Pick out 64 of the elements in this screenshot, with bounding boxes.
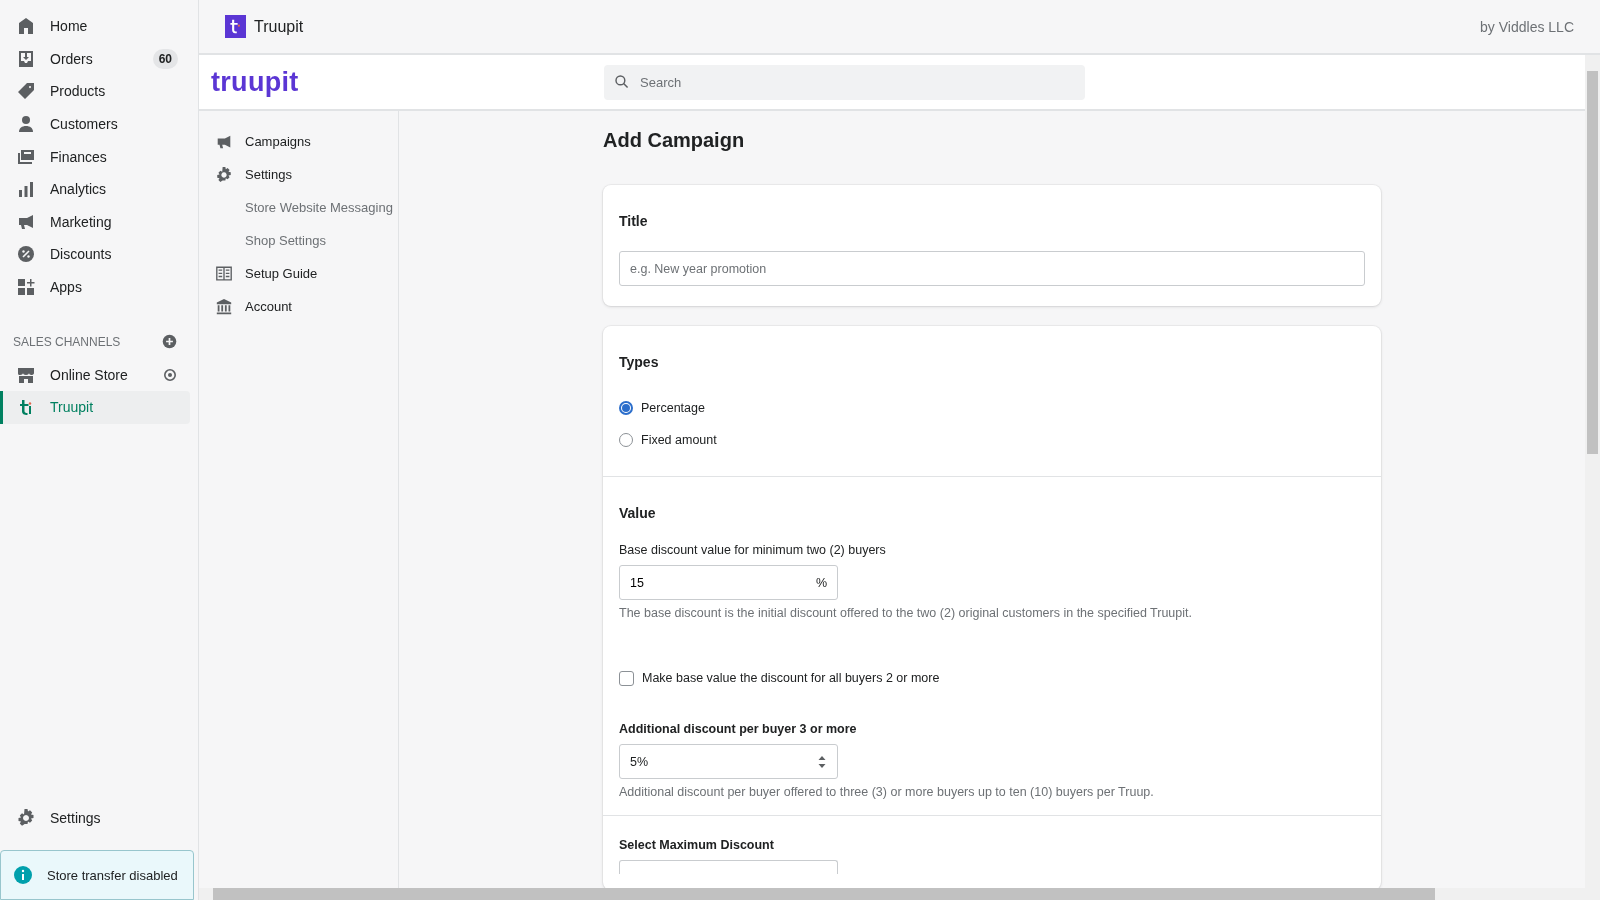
vertical-scrollbar[interactable] [1585, 55, 1600, 888]
nav-item[interactable]: Truupit [0, 390, 190, 424]
nav-item[interactable]: Settings [199, 158, 398, 191]
sub-nav-item[interactable]: Shop Settings [199, 224, 398, 257]
inbox-icon [16, 48, 36, 69]
banner-text: Store transfer disabled [47, 867, 178, 883]
field-label: Base discount value for minimum two (2) buyers [619, 543, 887, 557]
checkbox[interactable] [619, 670, 634, 686]
section-heading: Value [619, 505, 657, 521]
nav-item[interactable]: Orders 60 [0, 42, 190, 76]
section-heading: SALES CHANNELS [13, 334, 121, 349]
add-icon[interactable] [161, 333, 178, 351]
field-label: Additional discount per buyer 3 or more [619, 722, 858, 736]
input-field[interactable]: e.g. New year promotion [619, 251, 1365, 286]
brand-logo: truupit [210, 66, 300, 98]
section-heading: Types [619, 354, 660, 370]
nav-item[interactable]: Settings [0, 801, 190, 834]
app-logo-icon [225, 15, 246, 38]
publisher-text: by Viddles LLC [1480, 18, 1574, 35]
bank-icon [215, 297, 233, 316]
section-heading: Title [619, 213, 649, 229]
tag-icon [16, 81, 36, 102]
unit-suffix: % [815, 575, 827, 590]
count-badge: 60 [152, 48, 178, 69]
search-input[interactable]: Search [638, 73, 1075, 91]
nav-item[interactable]: Online Store [0, 358, 190, 391]
updown-chevron-icon [817, 754, 827, 769]
horizontal-scrollbar[interactable] [199, 888, 1600, 900]
page-title: Add Campaign [603, 129, 746, 153]
eye-icon[interactable] [162, 366, 178, 383]
nav-item[interactable]: Discounts [0, 238, 190, 271]
field-label: Select Maximum Discount [619, 838, 775, 852]
nav-item[interactable]: Home [0, 10, 190, 43]
home-icon [16, 16, 36, 37]
person-icon [16, 114, 36, 135]
radio-label: Fixed amount [641, 433, 717, 447]
sub-nav-item[interactable]: Store Website Messaging [199, 191, 398, 224]
apps-grid-icon [16, 277, 36, 298]
app-title: Truupit [254, 17, 304, 36]
radio-button[interactable] [619, 401, 633, 415]
nav-item[interactable]: Setup Guide [199, 257, 398, 290]
select-field[interactable] [619, 860, 838, 874]
help-text: Additional discount per buyer offered to three (3) or more buyers up to ten (10) buyers per Truup. [619, 785, 1155, 799]
select-field[interactable]: 5% [619, 744, 838, 779]
search-field[interactable]: Search [604, 64, 1085, 100]
bar-chart-icon [16, 179, 36, 200]
book-icon [215, 264, 233, 283]
discount-badge-icon [16, 244, 36, 265]
input-field[interactable]: 15 % [619, 565, 838, 600]
nav-item[interactable]: Account [199, 290, 398, 323]
info-icon [13, 865, 33, 885]
search-icon [614, 74, 630, 90]
nav-item[interactable]: Campaigns [199, 125, 398, 158]
nav-item[interactable]: Finances [0, 140, 190, 173]
nav-item[interactable]: Customers [0, 107, 190, 141]
nav-item[interactable]: Analytics [0, 172, 190, 206]
nav-item[interactable]: Marketing [0, 205, 190, 239]
gear-icon [215, 165, 233, 184]
gear-icon [16, 807, 36, 828]
radio-label: Percentage [641, 401, 705, 415]
nav-item[interactable]: Products [0, 75, 190, 108]
nav-item[interactable]: Apps [0, 270, 190, 304]
checkbox-label: Make base value the discount for all buyers 2 or more [642, 671, 940, 685]
help-text: The base discount is the initial discount offered to the two (2) original customers in the specified Truupit. [619, 606, 1193, 620]
